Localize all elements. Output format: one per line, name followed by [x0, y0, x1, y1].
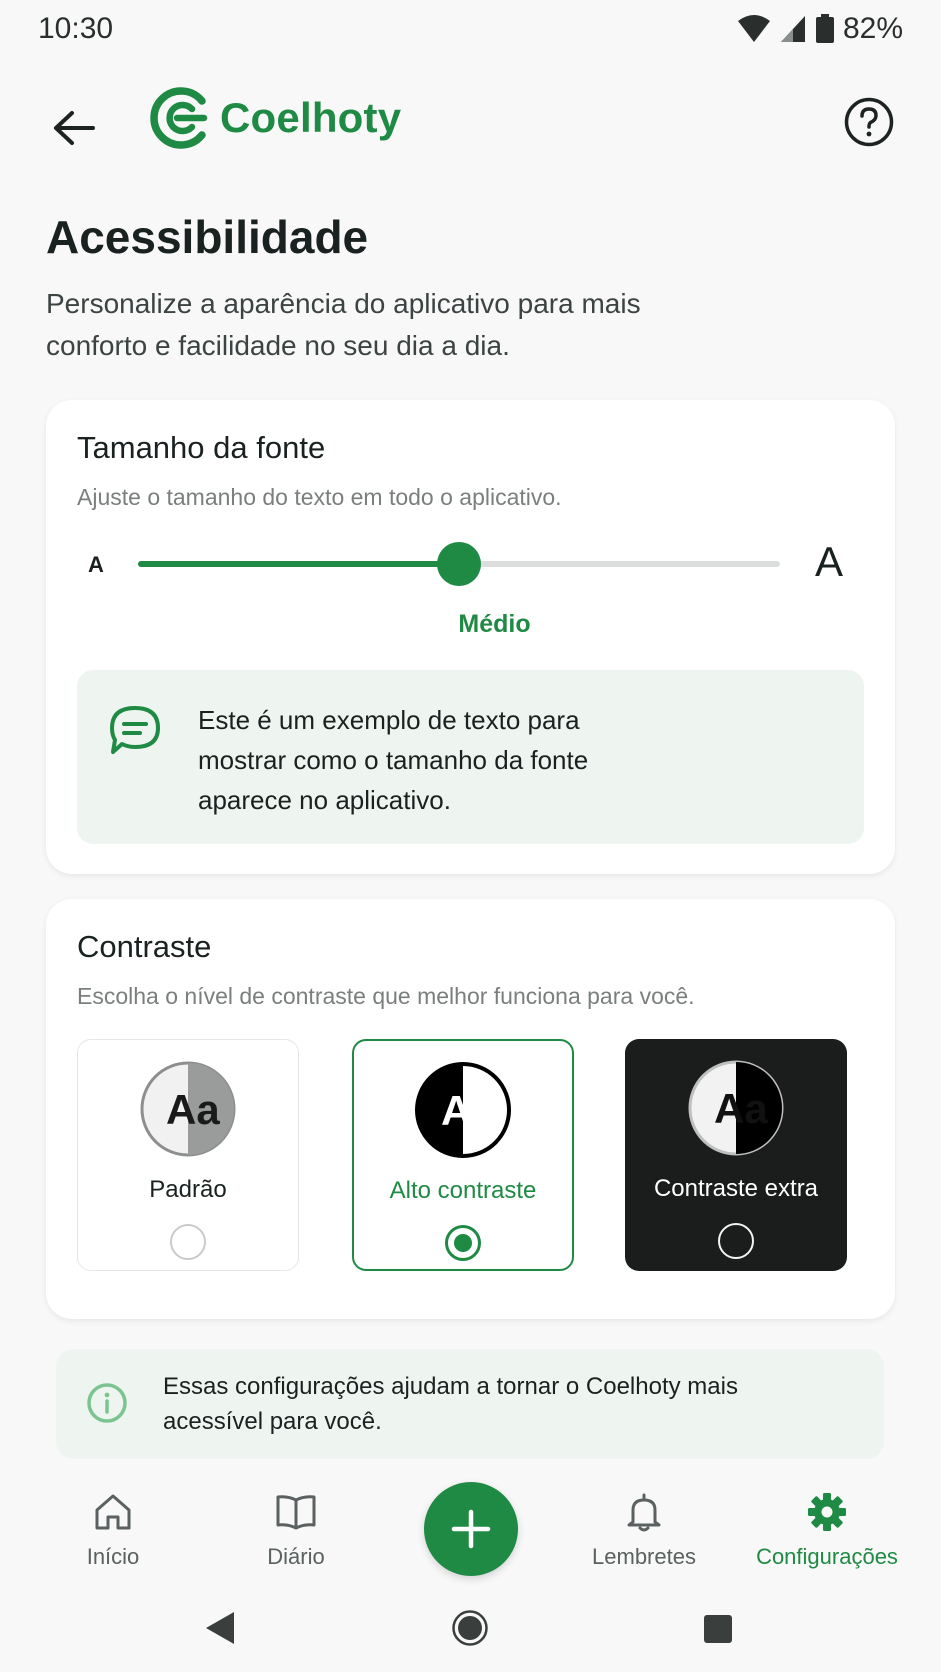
slider-min-label: A	[88, 552, 104, 577]
question-circle-icon	[844, 97, 894, 147]
nav-item-diary[interactable]: Diário	[211, 1490, 381, 1580]
svg-text:Aa: Aa	[714, 1085, 768, 1132]
nav-label-reminders: Lembretes	[592, 1544, 696, 1569]
page-subtitle: Personalize a aparência do aplicativo pa…	[46, 288, 641, 361]
contrast-extra-badge-icon: Aa	[688, 1060, 784, 1156]
contrast-options: Aa Padrão Aa Alto contraste Aa Contraste…	[77, 1039, 864, 1271]
slider-thumb[interactable]	[437, 542, 481, 586]
contrast-high-badge-icon: Aa	[415, 1062, 511, 1158]
font-size-card: Tamanho da fonte Ajuste o tamanho do tex…	[46, 400, 895, 874]
square-recents-icon[interactable]	[703, 1614, 733, 1644]
status-time: 10:30	[38, 12, 114, 45]
wifi-icon	[737, 15, 770, 42]
nav-item-settings[interactable]: Configurações	[742, 1490, 912, 1580]
contrast-option-label: Contraste extra	[653, 1175, 819, 1202]
circle-home-icon[interactable]	[452, 1610, 488, 1646]
contrast-description: Escolha o nível de contraste que melhor …	[77, 983, 695, 1009]
slider-max-label: A	[814, 538, 843, 585]
arrow-left-icon	[54, 111, 95, 145]
contrast-option-standard[interactable]: Aa Padrão	[77, 1039, 299, 1271]
bottom-navigation: Início Diário Lembretes Configurações	[0, 1468, 941, 1588]
contrast-standard-badge-icon: Aa	[140, 1061, 236, 1157]
svg-text:Aa: Aa	[166, 1086, 220, 1133]
font-size-value: Médio	[458, 610, 531, 638]
contrast-option-extra[interactable]: Aa Contraste extra	[625, 1039, 847, 1271]
font-size-description: Ajuste o tamanho do texto em todo o apli…	[77, 484, 562, 510]
info-banner: Essas configurações ajudam a tornar o Co…	[56, 1349, 884, 1459]
triangle-back-icon[interactable]	[204, 1610, 236, 1646]
battery-percentage: 82%	[842, 12, 903, 45]
contrast-radio-standard[interactable]	[170, 1224, 206, 1260]
font-size-slider[interactable]	[138, 542, 780, 586]
contrast-radio-high-selected[interactable]	[445, 1225, 481, 1261]
info-circle-icon	[87, 1383, 127, 1423]
nav-label-settings: Configurações	[756, 1544, 898, 1569]
help-button[interactable]	[841, 94, 897, 150]
chat-bubble-icon	[110, 706, 160, 754]
nav-item-reminders[interactable]: Lembretes	[559, 1490, 729, 1580]
battery-icon	[815, 14, 834, 43]
nav-label-diary: Diário	[267, 1544, 325, 1569]
plus-icon	[451, 1509, 491, 1549]
font-size-title: Tamanho da fonte	[77, 430, 326, 465]
contrast-option-high[interactable]: Aa Alto contraste	[352, 1039, 574, 1271]
system-navigation-bar	[0, 1598, 941, 1672]
book-icon	[276, 1495, 316, 1530]
nav-item-home[interactable]: Início	[28, 1490, 198, 1580]
contrast-option-label: Alto contraste	[389, 1177, 537, 1204]
info-text: Essas configurações ajudam a tornar o Co…	[163, 1373, 738, 1435]
contrast-option-label: Padrão	[149, 1176, 227, 1203]
coelhoty-logo-icon	[150, 87, 208, 149]
app-header: Coelhoty	[0, 70, 941, 175]
contrast-card: Contraste Escolha o nível de contraste q…	[46, 899, 895, 1319]
app-name: Coelhoty	[220, 94, 402, 141]
slider-fill	[138, 561, 459, 567]
app-logo: Coelhoty	[146, 84, 401, 152]
status-icons: 82%	[737, 12, 903, 46]
bell-icon	[627, 1493, 661, 1532]
signal-icon	[780, 16, 805, 42]
back-button[interactable]	[44, 98, 104, 158]
contrast-radio-extra[interactable]	[718, 1223, 754, 1259]
add-entry-button[interactable]	[424, 1482, 518, 1576]
svg-text:Aa: Aa	[441, 1087, 495, 1134]
status-bar: 10:30 82%	[0, 0, 941, 58]
home-icon	[95, 1494, 131, 1530]
contrast-title: Contraste	[77, 929, 212, 964]
font-preview-box: Este é um exemplo de texto para mostrar …	[77, 670, 864, 844]
nav-label-home: Início	[86, 1544, 140, 1569]
accessibility-screen: 10:30 82% Coelhoty Acessibilidade Person…	[0, 0, 941, 1672]
font-preview-text: Este é um exemplo de texto para mostrar …	[198, 705, 589, 815]
page-title: Acessibilidade	[46, 211, 369, 263]
gear-icon	[808, 1493, 846, 1531]
